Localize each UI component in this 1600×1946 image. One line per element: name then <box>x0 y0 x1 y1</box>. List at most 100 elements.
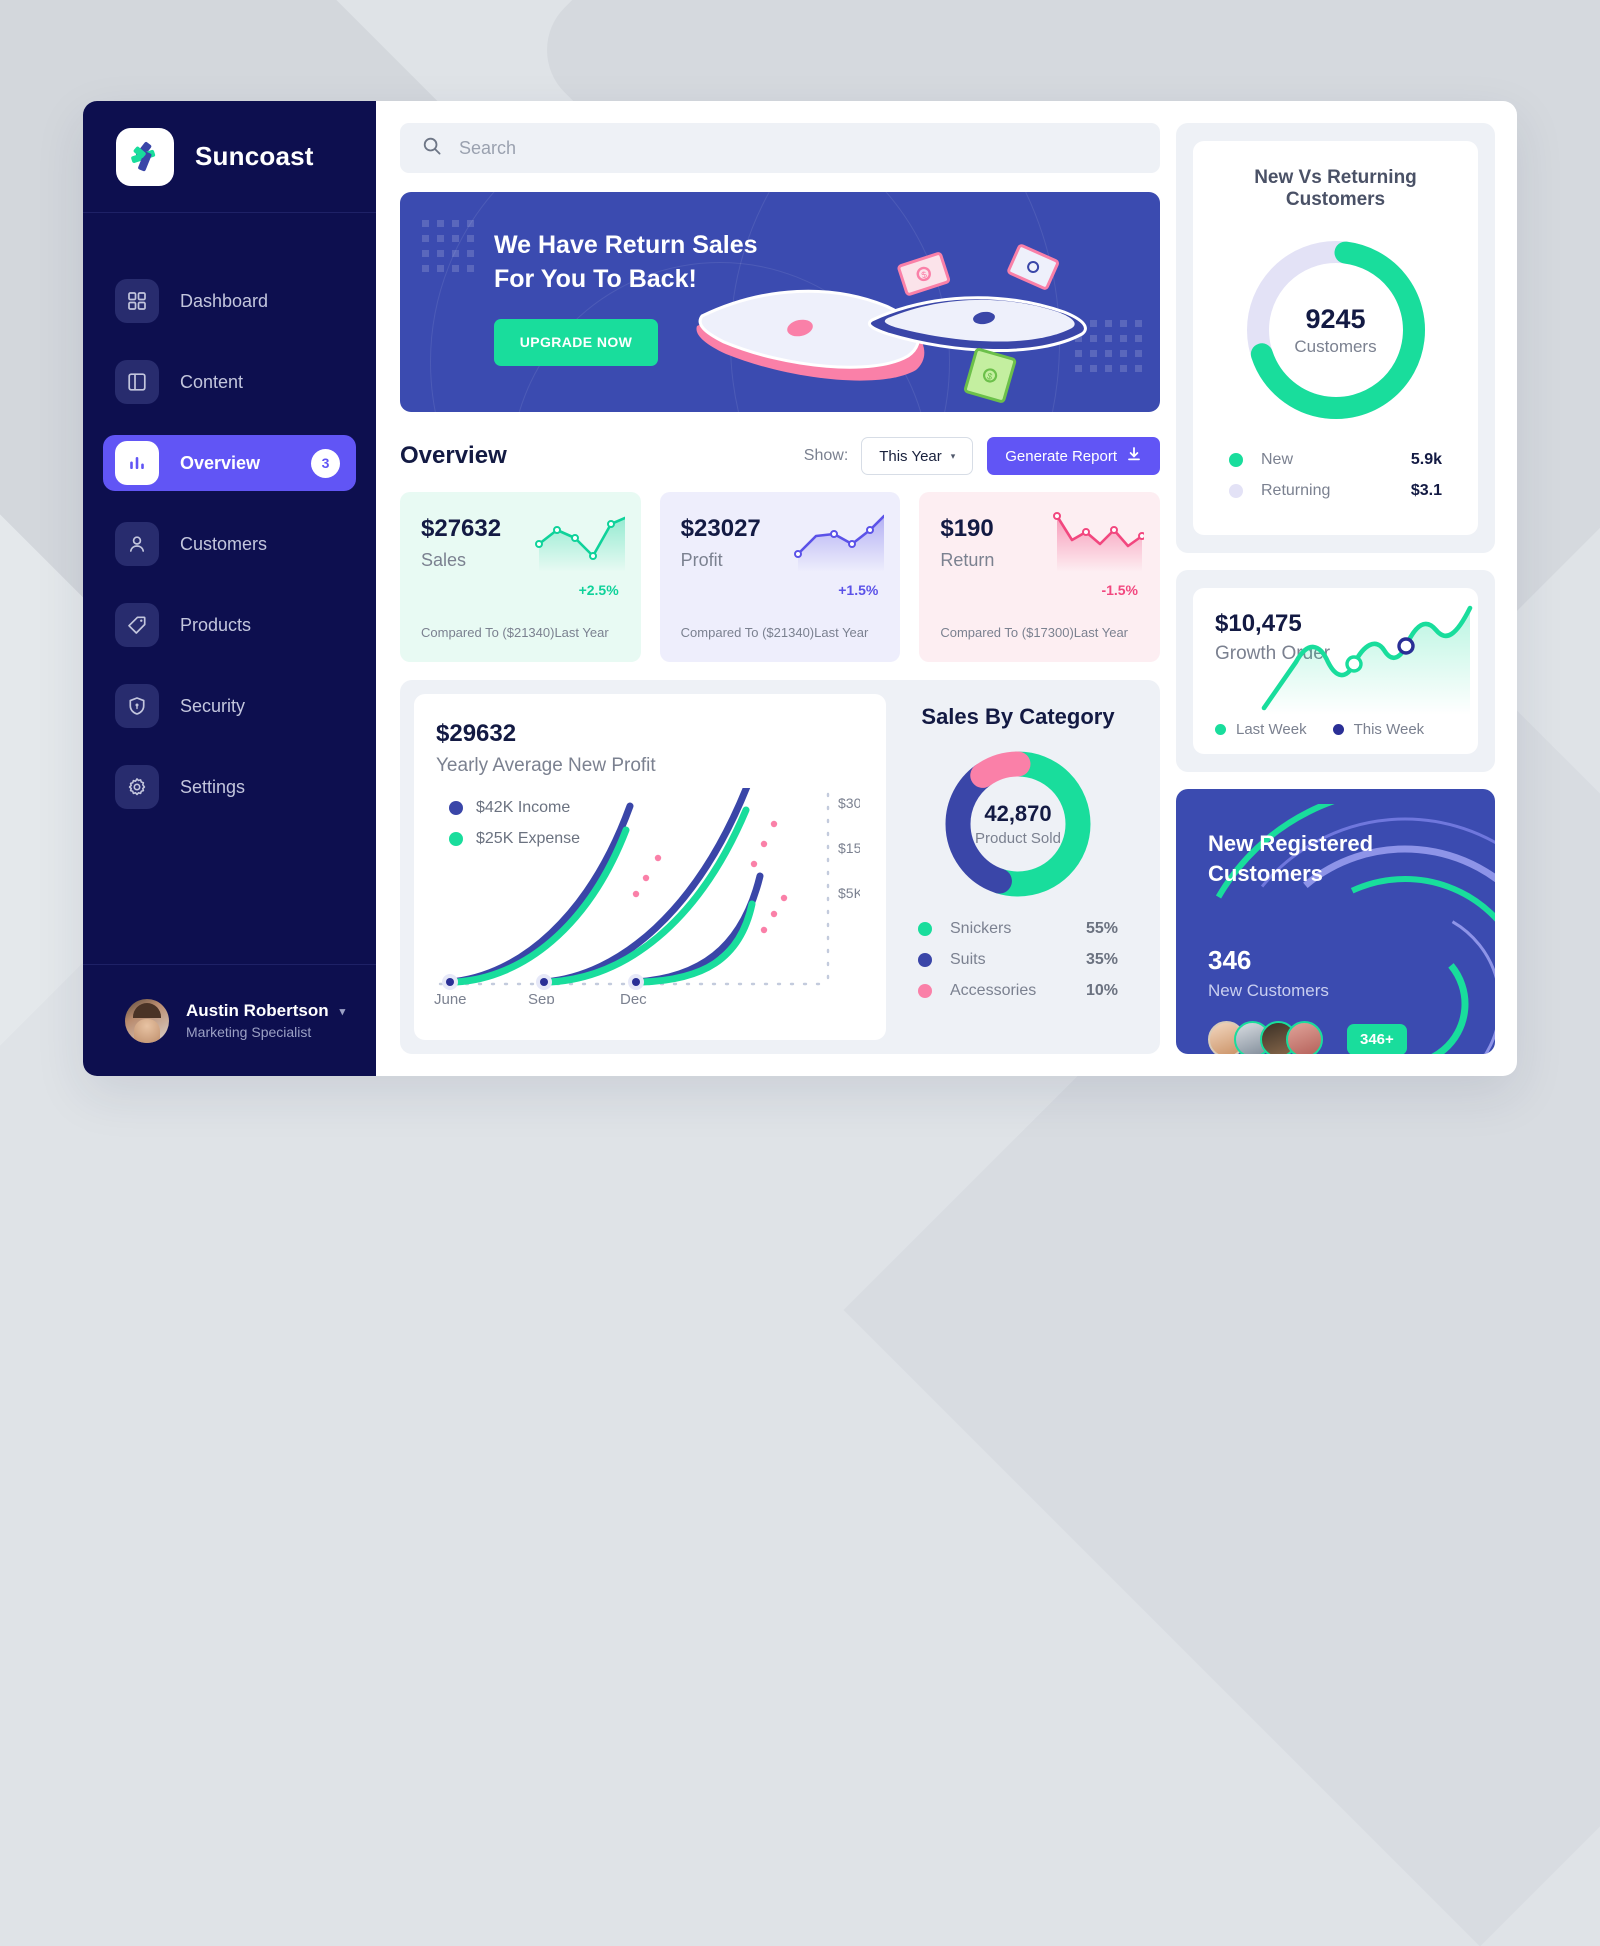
svg-text:Sep: Sep <box>528 991 555 1004</box>
download-icon <box>1126 446 1142 466</box>
profile-role: Marketing Specialist <box>186 1024 312 1040</box>
legend-value: $3.1 <box>1410 482 1442 499</box>
registered-title: New Registered Customers <box>1208 829 1463 890</box>
legend-value: 10% <box>1085 982 1118 999</box>
legend-label: New <box>1261 451 1294 468</box>
search-input-placeholder[interactable]: Search <box>459 138 516 159</box>
stat-card-return: $190 Return -1.5% Compared To ($17300)La… <box>919 492 1161 662</box>
ring-center-label: Customers <box>1294 336 1377 356</box>
sidebar-item-security[interactable]: Security <box>103 678 356 734</box>
sidebar-item-overview[interactable]: Overview 3 <box>103 435 356 491</box>
sidebar-item-label: Products <box>180 614 252 635</box>
app-window: Suncoast Dashboard Content Overview 3 Cu… <box>83 101 1517 1076</box>
brand: Suncoast <box>83 101 376 213</box>
search-bar[interactable]: Search <box>400 123 1160 173</box>
search-icon <box>422 136 442 161</box>
legend-item: This Week <box>1332 721 1424 738</box>
stat-delta: +1.5% <box>838 582 879 598</box>
customers-ring-chart: 9245 Customers <box>1239 233 1433 427</box>
sales-by-category-card: Sales By Category 42,870 Product Sold Sn… <box>896 694 1146 1040</box>
sidebar-item-label: Content <box>180 371 244 392</box>
legend-dot-accessories <box>918 984 932 998</box>
sidebar-item-products[interactable]: Products <box>103 597 356 653</box>
sidebar-item-label: Settings <box>180 776 246 797</box>
svg-text:$30K: $30K <box>838 795 860 811</box>
customers-ring-legend: New 5.9k Returning $3.1 <box>1213 451 1458 500</box>
sidebar-item-settings[interactable]: Settings <box>103 759 356 815</box>
profit-line-chart: $30K $15K $5K <box>434 788 860 1004</box>
sparkline-sales <box>534 516 625 572</box>
legend-item: Last Week <box>1215 721 1307 738</box>
legend-label: Suits <box>950 951 986 968</box>
legend-dot-new <box>1229 453 1243 467</box>
stat-compare: Compared To ($21340)Last Year <box>680 625 869 640</box>
user-profile[interactable]: Austin Robertson ▾ Marketing Specialist <box>83 964 376 1076</box>
legend-dot-this-week <box>1332 724 1344 735</box>
stat-compare: Compared To ($17300)Last Year <box>940 625 1129 640</box>
category-legend: Snickers 55% Suits 35% Accessories 10% <box>906 920 1130 1013</box>
ring-center-value: 9245 <box>1305 303 1366 334</box>
sidebar-nav: Dashboard Content Overview 3 Customers P… <box>83 213 376 964</box>
legend-dot-last-week <box>1215 724 1226 735</box>
registered-title-line-2: Customers <box>1208 861 1323 887</box>
banner-headline: We Have Return Sales For You To Back! <box>494 228 1160 297</box>
category-center-label: Product Sold <box>975 830 1061 847</box>
growth-legend: Last Week This Week <box>1215 721 1458 738</box>
category-title: Sales By Category <box>921 704 1115 729</box>
chevron-down-icon[interactable]: ▾ <box>340 1005 346 1018</box>
svg-text:June: June <box>434 991 467 1004</box>
legend-item: Suits 35% <box>918 951 1118 969</box>
overview-badge: 3 <box>311 448 340 478</box>
upgrade-now-button[interactable]: UPGRADE NOW <box>494 318 658 366</box>
secondary-column: New Vs Returning Customers 9245 Customer… <box>1176 123 1495 1054</box>
sparkline-return <box>1053 512 1145 572</box>
sidebar-item-content[interactable]: Content <box>103 354 356 410</box>
legend-item: Accessories 10% <box>918 982 1118 1000</box>
profit-chart-card: $29632 Yearly Average New Profit $42K In… <box>414 694 886 1040</box>
legend-item: Snickers 55% <box>918 920 1118 938</box>
period-select[interactable]: This Year ▾ <box>861 437 974 475</box>
user-icon <box>115 522 159 566</box>
stat-card-sales: $27632 Sales +2.5% Compared To ($21340)L… <box>400 492 641 662</box>
shield-lock-icon <box>115 684 159 728</box>
sidebar-item-customers[interactable]: Customers <box>103 516 356 572</box>
show-label: Show: <box>803 447 849 464</box>
profile-name: Austin Robertson <box>186 1001 329 1020</box>
sidebar-item-label: Security <box>180 695 246 716</box>
legend-value: 55% <box>1085 920 1118 937</box>
stat-cards: $27632 Sales +2.5% Compared To ($21340)L… <box>400 492 1161 662</box>
layout-icon <box>115 360 159 404</box>
dot-pattern <box>422 220 474 272</box>
avatar <box>1286 1020 1323 1054</box>
bar-chart-icon <box>115 441 159 485</box>
legend-item: New 5.9k <box>1229 451 1442 469</box>
legend-dot-suits <box>918 953 932 967</box>
generate-report-button[interactable]: Generate Report <box>987 437 1160 475</box>
legend-label: Returning <box>1261 482 1331 499</box>
new-vs-returning-card: New Vs Returning Customers 9245 Customer… <box>1193 141 1478 535</box>
growth-order-panel: $10,475 Growth Order Last Week This Week <box>1176 570 1495 772</box>
legend-item: Returning $3.1 <box>1229 482 1442 500</box>
sidebar-item-label: Customers <box>180 533 268 554</box>
avatar-overflow-badge: 346+ <box>1347 1023 1407 1054</box>
registered-value: 346 <box>1208 944 1252 975</box>
legend-value: 35% <box>1085 951 1118 968</box>
growth-order-card: $10,475 Growth Order Last Week This Week <box>1193 588 1478 754</box>
banner-line-1: We Have Return Sales <box>494 231 758 259</box>
profit-chart-label: Yearly Average New Profit <box>436 755 656 776</box>
svg-text:$5K: $5K <box>838 885 860 901</box>
chevron-down-icon: ▾ <box>950 450 956 461</box>
sidebar-item-label: Dashboard <box>180 290 269 311</box>
sidebar-item-dashboard[interactable]: Dashboard <box>103 273 356 329</box>
legend-value: 5.9k <box>1410 451 1442 468</box>
sparkline-profit <box>794 514 885 572</box>
legend-label: Accessories <box>950 982 1037 999</box>
profit-chart-value: $29632 <box>436 720 517 747</box>
bottom-panel: $29632 Yearly Average New Profit $42K In… <box>400 680 1160 1054</box>
stat-delta: +2.5% <box>578 582 619 598</box>
stat-card-profit: $23027 Profit +1.5% Compared To ($21340)… <box>659 492 901 662</box>
customers-ring-panel: New Vs Returning Customers 9245 Customer… <box>1176 123 1495 553</box>
new-registered-customers-card: New Registered Customers 346 New Custome… <box>1176 789 1495 1054</box>
primary-column: Search $ $ We Have Return Sales For You … <box>400 123 1161 1054</box>
customers-ring-title: New Vs Returning Customers <box>1254 167 1417 210</box>
